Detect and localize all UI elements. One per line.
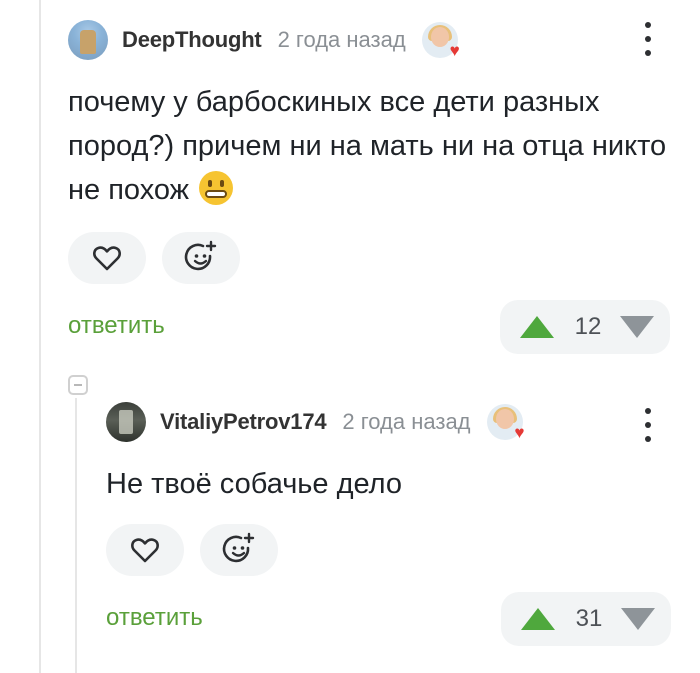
comment-text: Не твоё собачье дело <box>106 468 403 500</box>
comment-text: почему у барбоскиных все дети разных пор… <box>68 86 667 206</box>
timestamp[interactable]: 2 года назад <box>278 27 406 53</box>
rating-count: 31 <box>575 605 603 632</box>
heart-outline-icon <box>93 246 121 271</box>
thread-line <box>39 0 41 673</box>
rating-widget: 31 <box>501 592 671 646</box>
reply-button[interactable]: ответить <box>106 604 203 632</box>
more-options-icon[interactable] <box>643 408 653 442</box>
user-avatar[interactable] <box>106 402 146 442</box>
like-button[interactable] <box>68 232 146 284</box>
heart-outline-icon <box>131 538 159 563</box>
comment: DeepThought 2 года назад ♥ почему у барб… <box>68 18 670 358</box>
comment-header: DeepThought 2 года назад ♥ <box>68 18 460 62</box>
more-options-icon[interactable] <box>643 22 653 56</box>
like-button[interactable] <box>106 524 184 576</box>
comment-header: VitaliyPetrov174 2 года назад ♥ <box>106 400 525 444</box>
award-icon[interactable]: ♥ <box>486 404 525 441</box>
rating-widget: 12 <box>500 300 670 354</box>
grimacing-face-emoji-icon <box>199 171 234 205</box>
add-emoji-icon <box>222 532 255 563</box>
username[interactable]: DeepThought <box>122 27 262 53</box>
award-icon[interactable]: ♥ <box>421 22 460 59</box>
username[interactable]: VitaliyPetrov174 <box>160 409 327 435</box>
upvote-arrow-icon[interactable] <box>520 316 554 338</box>
collapse-thread-button[interactable] <box>68 375 88 395</box>
add-reaction-button[interactable] <box>162 232 240 284</box>
rating-count: 12 <box>574 313 602 340</box>
downvote-arrow-icon[interactable] <box>621 608 655 630</box>
downvote-arrow-icon[interactable] <box>620 316 654 338</box>
reply-button[interactable]: ответить <box>68 312 165 340</box>
add-reaction-button[interactable] <box>200 524 278 576</box>
reply-thread-line[interactable] <box>75 398 77 673</box>
upvote-arrow-icon[interactable] <box>521 608 555 630</box>
timestamp[interactable]: 2 года назад <box>342 409 470 435</box>
reply-comment: VitaliyPetrov174 2 года назад ♥ Не твоё … <box>106 400 676 670</box>
user-avatar[interactable] <box>68 20 108 60</box>
add-emoji-icon <box>184 240 217 271</box>
